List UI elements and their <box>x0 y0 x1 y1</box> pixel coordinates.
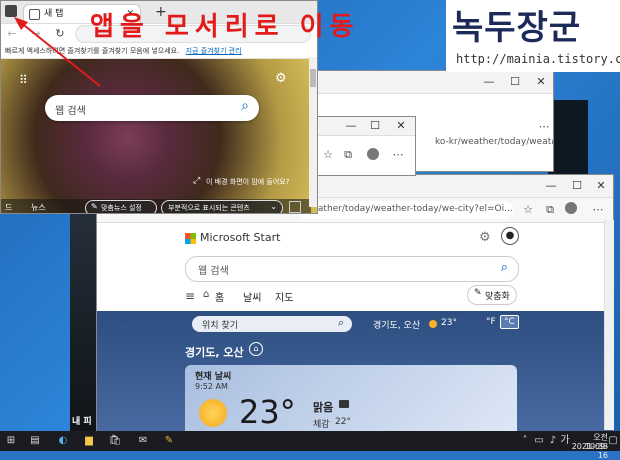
location-header: 경기도, 오산 <box>185 346 244 359</box>
location-search[interactable]: 위치 찾기 ⌕ <box>192 316 352 332</box>
microsoft-logo-icon-bottom <box>185 239 196 244</box>
background-photo-right <box>548 100 588 180</box>
search-icon[interactable]: ⌕ <box>241 98 249 114</box>
address-bar[interactable]: weather/today/weather-today/we-city?el=O… <box>297 201 513 219</box>
custom-news-button[interactable]: ✎ 맞춤뉴스 설정 <box>85 200 157 213</box>
pencil-icon: ✎ <box>91 202 98 211</box>
customize-label: 맞춤화 <box>485 292 510 302</box>
search-input[interactable]: 웹 검색 <box>198 262 229 277</box>
address-bar[interactable]: ko-kr/weather/today/weathe <box>427 134 553 152</box>
more-icon[interactable]: ⋯ <box>591 203 605 217</box>
location-search-input[interactable]: 위치 찾기 <box>202 318 238 331</box>
tray-chevron-icon[interactable]: ˄ <box>518 434 532 448</box>
profile-icon[interactable] <box>367 148 379 160</box>
titlebar[interactable]: — ☐ ✕ <box>311 71 553 94</box>
message-icon[interactable] <box>339 400 349 408</box>
search-icon[interactable]: ⌕ <box>338 316 344 330</box>
sun-small-icon <box>429 320 437 328</box>
weather-section: 위치 찾기 ⌕ 경기도, 오산 23° °F °C 경기도, 오산 ⌂ 현재 날… <box>97 311 613 433</box>
settings-icon[interactable]: ⚙ <box>479 230 491 245</box>
customize-button[interactable]: ✎ 맞춤화 <box>467 285 517 305</box>
clock-date[interactable]: 2021-09-16 <box>566 442 608 460</box>
more-icon[interactable]: ⋯ <box>537 120 551 134</box>
minimize-button[interactable]: — <box>537 175 565 197</box>
favorites-manage-link[interactable]: 지금 즐겨찾기 관리 <box>186 47 242 55</box>
store-icon[interactable]: 🛍 <box>108 434 122 448</box>
collections-icon[interactable]: ⧉ <box>341 148 355 162</box>
unit-c-toggle[interactable]: °C <box>500 315 519 329</box>
paint-icon[interactable]: ✎ <box>162 434 176 448</box>
nav-home[interactable]: 홈 <box>215 289 224 304</box>
search-icon[interactable]: ⌕ <box>501 260 508 275</box>
news-bar: 드 뉴스 ✎ 맞춤뉴스 설정 부분적으로 표시되는 콘텐츠 ⌄ <box>1 199 311 213</box>
notification-icon[interactable]: ▢ <box>608 434 618 448</box>
profile-icon[interactable] <box>565 202 577 214</box>
search-input[interactable]: 웹 검색 <box>55 102 86 117</box>
current-weather-card: 현재 날씨 9:52 AM 23° 맑음 체감 22° <box>185 365 517 433</box>
nav-map[interactable]: 지도 <box>275 289 293 304</box>
partial-content-label: 부분적으로 표시되는 콘텐츠 <box>168 204 250 212</box>
card-title: 현재 날씨 <box>195 372 232 382</box>
chevron-down-icon: ⌄ <box>270 202 277 211</box>
card-feels-value: 22° <box>335 417 351 427</box>
brand-logo: 녹두장군 <box>452 8 582 48</box>
mail-icon[interactable]: ✉ <box>136 434 150 448</box>
maximize-button[interactable]: ☐ <box>361 117 389 135</box>
close-button[interactable]: ✕ <box>527 71 553 93</box>
card-condition: 맑음 <box>313 401 334 414</box>
favorites-icon[interactable]: ☆ <box>321 148 335 162</box>
background-photo-caption: 내 피 <box>72 417 92 427</box>
home-icon: ⌂ <box>203 289 210 300</box>
unit-f-toggle[interactable]: °F <box>483 316 499 328</box>
favorites-icon[interactable]: ☆ <box>521 203 535 217</box>
brand-url: http://mainia.tistory.com <box>456 52 620 66</box>
pencil-icon: ✎ <box>474 288 482 298</box>
taskbar: ⊞ ▤ ◐ ▆ 🛍 ✉ ✎ ˄ ▭ ♪ 가 오전 10:38 2021-09-1… <box>0 431 620 460</box>
home-pin-icon[interactable]: ⌂ <box>249 342 263 356</box>
card-temp: 23° <box>239 393 296 431</box>
background-caption[interactable]: 이 배경 화면이 맘에 들어요? <box>206 177 289 187</box>
edge-icon[interactable]: ◐ <box>56 434 70 448</box>
layout-icon[interactable] <box>289 201 301 213</box>
file-explorer-icon[interactable]: ▆ <box>82 434 96 448</box>
close-button[interactable]: ✕ <box>387 117 415 135</box>
expand-icon[interactable]: ⤢ <box>193 176 200 186</box>
collections-icon[interactable]: ⧉ <box>543 203 557 217</box>
current-location[interactable]: 경기도, 오산 <box>373 318 420 331</box>
sun-icon <box>199 399 227 427</box>
more-icon[interactable]: ⋯ <box>391 148 405 162</box>
nav-weather[interactable]: 날씨 <box>243 289 261 304</box>
maximize-button[interactable]: ☐ <box>501 71 529 93</box>
news-tab[interactable]: 뉴스 <box>31 202 46 213</box>
toolbar: ☆ ⧉ ⋯ <box>317 136 415 175</box>
start-icon[interactable]: ⊞ <box>4 434 18 448</box>
card-feels-label: 체감 <box>313 420 330 430</box>
network-icon[interactable]: ▭ <box>532 434 546 448</box>
partial-content-dropdown[interactable]: 부분적으로 표시되는 콘텐츠 ⌄ <box>161 200 283 213</box>
minimize-button[interactable]: — <box>475 71 503 93</box>
task-view-icon[interactable]: ▤ <box>28 434 42 448</box>
titlebar[interactable]: — ☐ ✕ <box>317 117 415 136</box>
close-button[interactable]: ✕ <box>587 175 613 197</box>
scrollbar[interactable] <box>309 57 317 207</box>
card-time: 9:52 AM <box>195 382 228 391</box>
ms-search-box[interactable]: 웹 검색 ⌕ <box>185 256 519 282</box>
browser-window-small[interactable]: — ☐ ✕ ☆ ⧉ ⋯ <box>316 116 416 176</box>
settings-icon[interactable]: ⚙ <box>275 71 287 86</box>
temp-small: 23° <box>441 318 457 328</box>
annotation-text: 앱을 모서리로 이동 <box>90 12 360 42</box>
custom-news-label: 맞춤뉴스 설정 <box>101 204 142 212</box>
ms-start-header: Microsoft Start ⚙ ● 웹 검색 ⌕ ≡ ⌂ 홈 날씨 지도 ✎… <box>97 223 613 311</box>
scrollbar-thumb[interactable] <box>310 69 316 87</box>
ms-start-logo[interactable]: Microsoft Start <box>200 231 280 244</box>
hamburger-icon[interactable]: ≡ <box>185 289 195 303</box>
scrollbar[interactable] <box>604 220 614 430</box>
account-icon[interactable]: ● <box>501 227 519 245</box>
news-tab-partial[interactable]: 드 <box>5 202 12 213</box>
